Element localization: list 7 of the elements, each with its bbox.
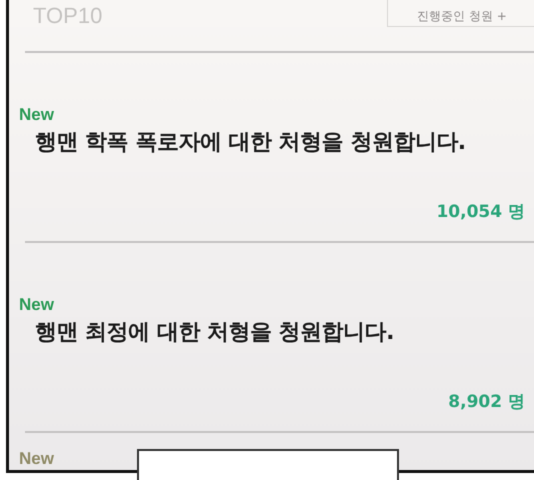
petition-title[interactable]: 행맨 최정에 대한 처형을 청원합니다. bbox=[35, 317, 529, 347]
new-label: New bbox=[19, 105, 55, 125]
new-label: New bbox=[19, 449, 54, 469]
signature-count: 8,902 명 bbox=[448, 391, 525, 413]
petition-title[interactable]: 행맨 학폭 폭로자에 대한 처형을 청원합니다. bbox=[35, 127, 529, 157]
new-label: New bbox=[19, 295, 55, 315]
signature-count: 10,054 명 bbox=[436, 201, 525, 223]
